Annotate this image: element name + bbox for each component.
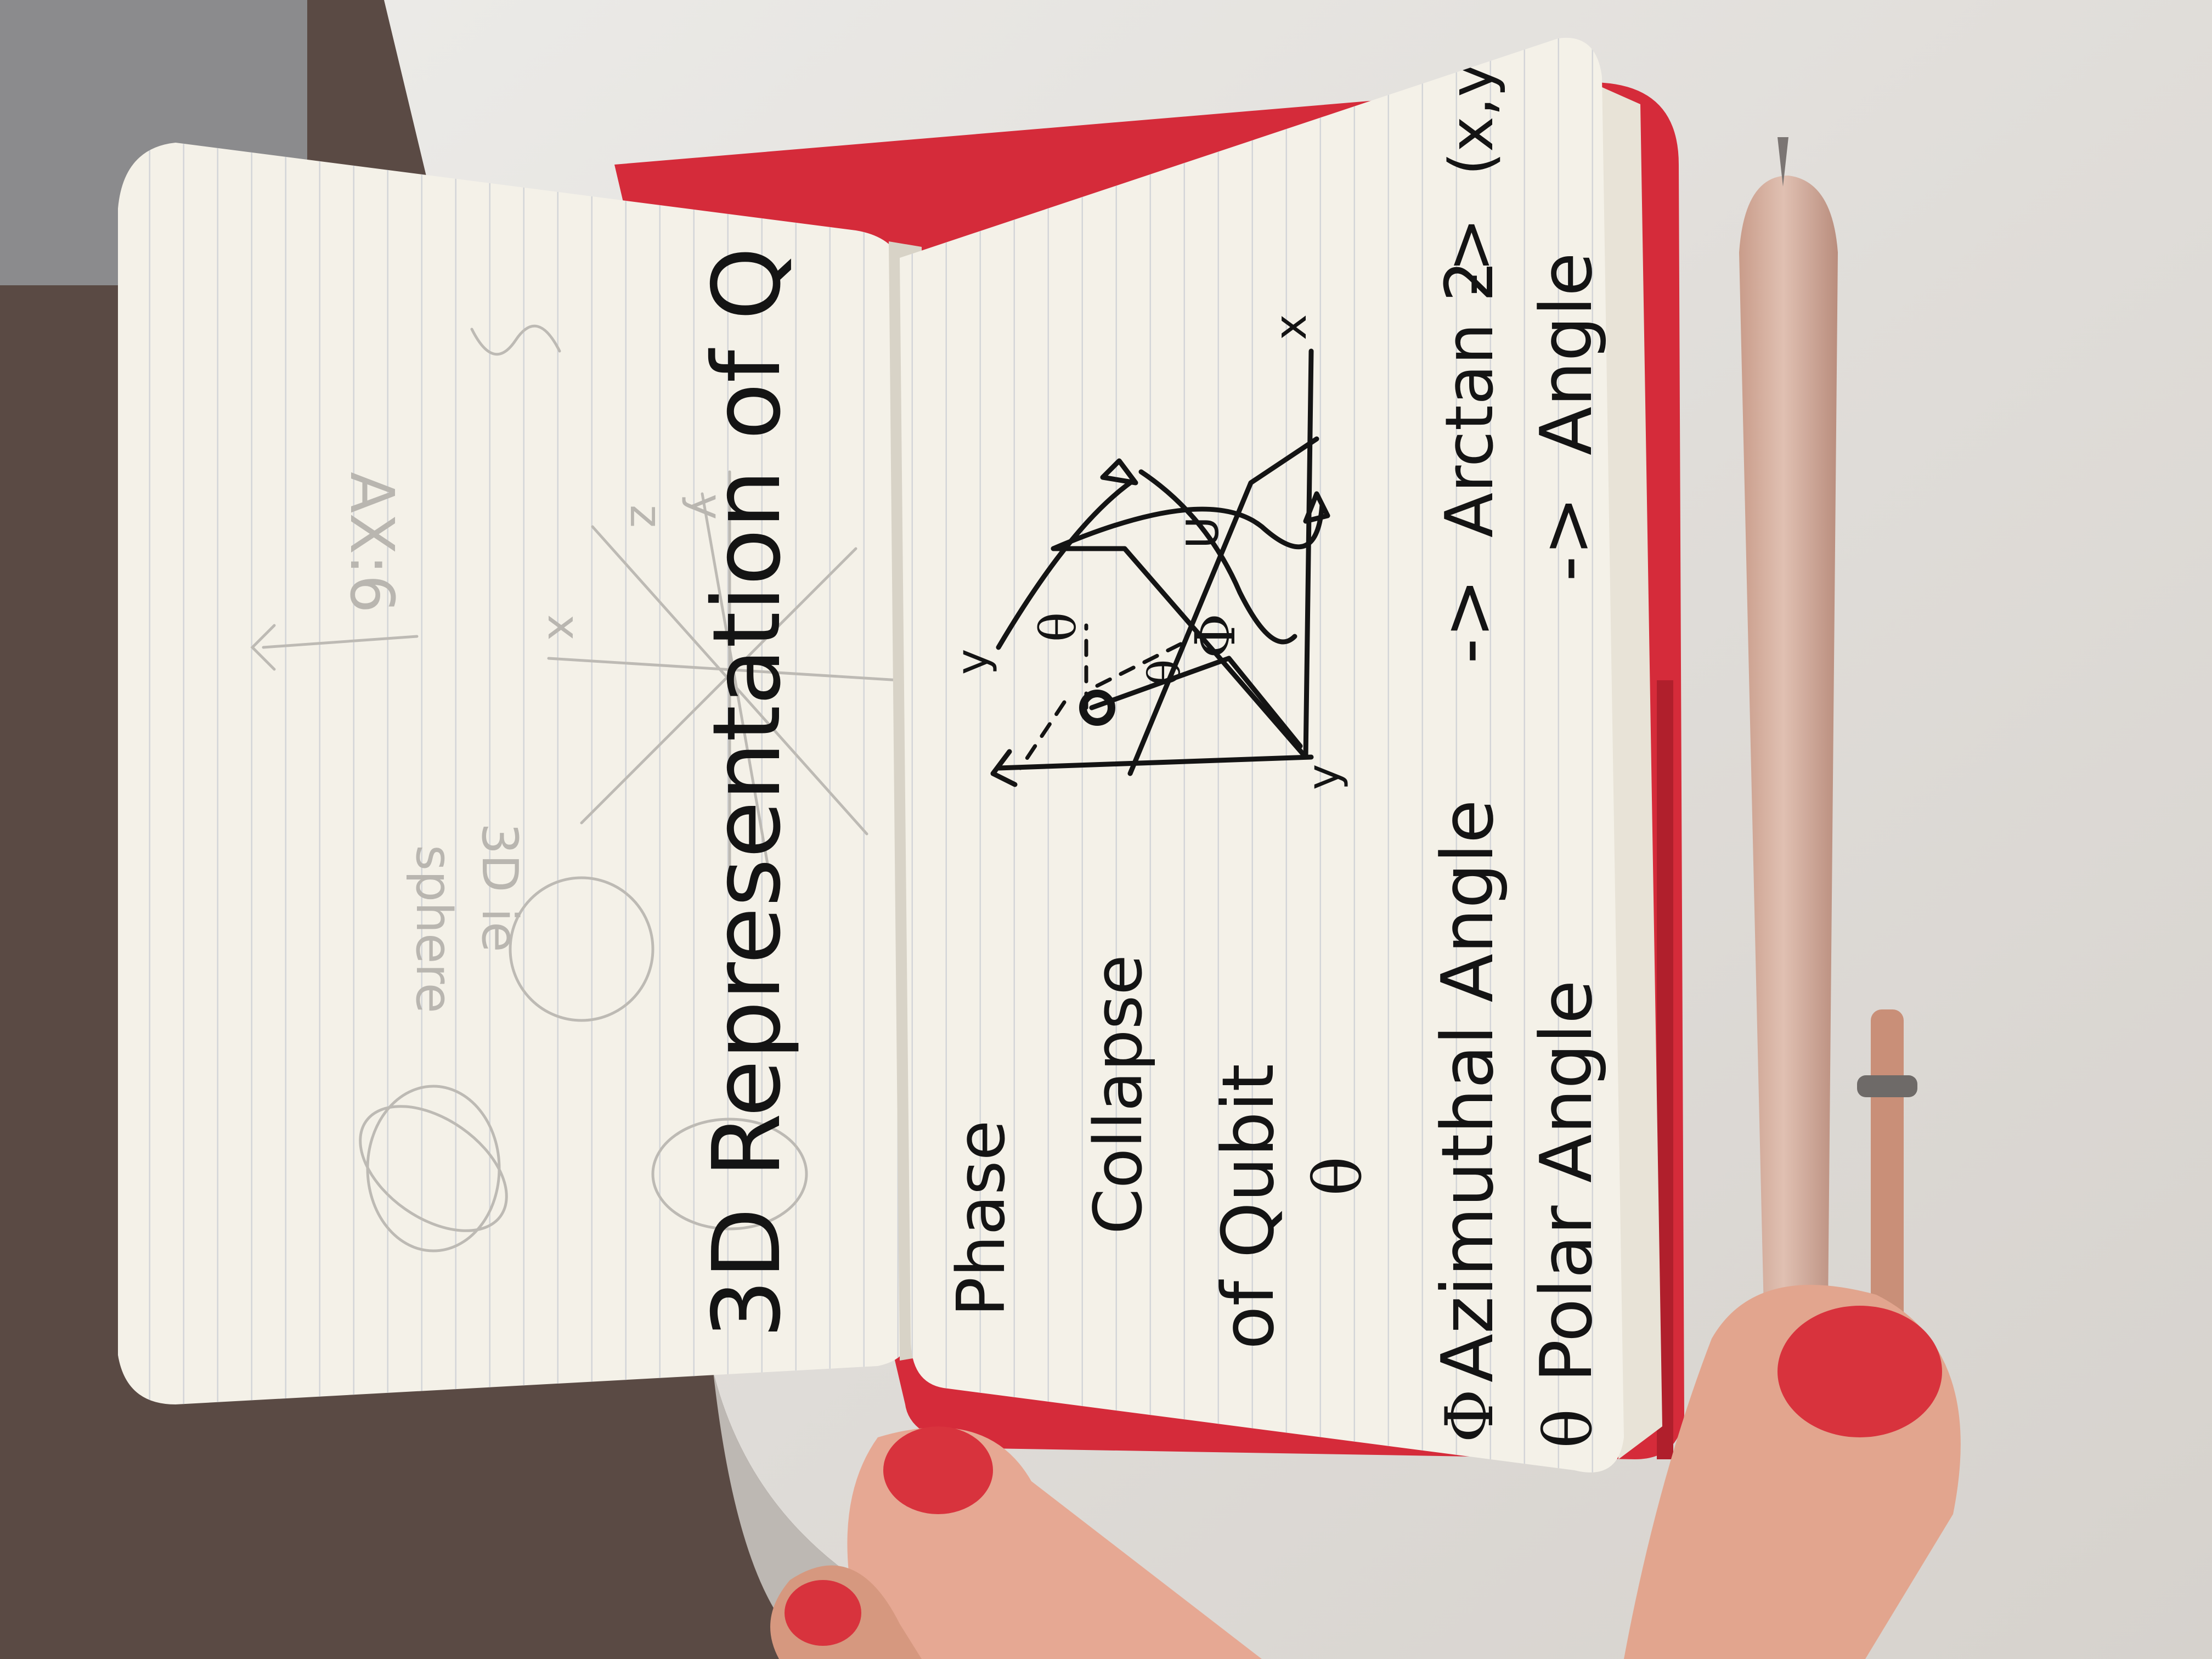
theta-symbol-polar: θ	[1531, 1409, 1607, 1448]
angle-text-2: Angle	[1525, 252, 1608, 455]
of-qubit-text: of Qubit	[1206, 1064, 1290, 1350]
notebook-photo: AX:6 3D ie sphere x y z 3D Representatio…	[0, 0, 2212, 1659]
phase-text: Phase	[944, 1120, 1020, 1317]
ghost-axis-z: z	[620, 505, 672, 528]
arctan-text: Arctan 2	[1432, 260, 1508, 538]
ghost-sphere-label-2: sphere	[405, 845, 462, 1013]
diagram-theta-2: θ	[1139, 659, 1190, 686]
diagram-theta-1: θ	[1030, 612, 1087, 642]
arrow-1: ->	[1426, 578, 1509, 664]
theta-symbol: θ	[1300, 1156, 1376, 1196]
diagram-y-bottom-label: y	[1298, 764, 1349, 790]
phi-symbol-azimuthal: Φ	[1432, 1389, 1508, 1443]
diagram-y-left-label: y	[947, 649, 998, 675]
diagram-u-mark: U	[1177, 516, 1228, 549]
ghost-ax-label: AX:6	[337, 472, 407, 613]
nail-tip	[785, 1580, 861, 1646]
azimuthal-angle-text: Azimuthal Angle	[1426, 799, 1509, 1383]
diagram-x-label: x	[1265, 314, 1316, 340]
left-page-heading: 3D Representation of Q	[693, 247, 802, 1339]
nail-thumb	[1778, 1306, 1942, 1437]
ghost-sphere-label-1: 3D ie	[471, 823, 528, 952]
nail-bottom	[883, 1426, 993, 1514]
polar-angle-text: Polar Angle	[1525, 980, 1608, 1383]
arrow-2: ->	[1525, 496, 1608, 582]
collapse-text: Collapse	[1081, 955, 1157, 1234]
arrow-3: ->	[1432, 217, 1508, 296]
diagram-phi-1: Φ	[1183, 613, 1248, 658]
ghost-axis-x: x	[538, 614, 589, 640]
